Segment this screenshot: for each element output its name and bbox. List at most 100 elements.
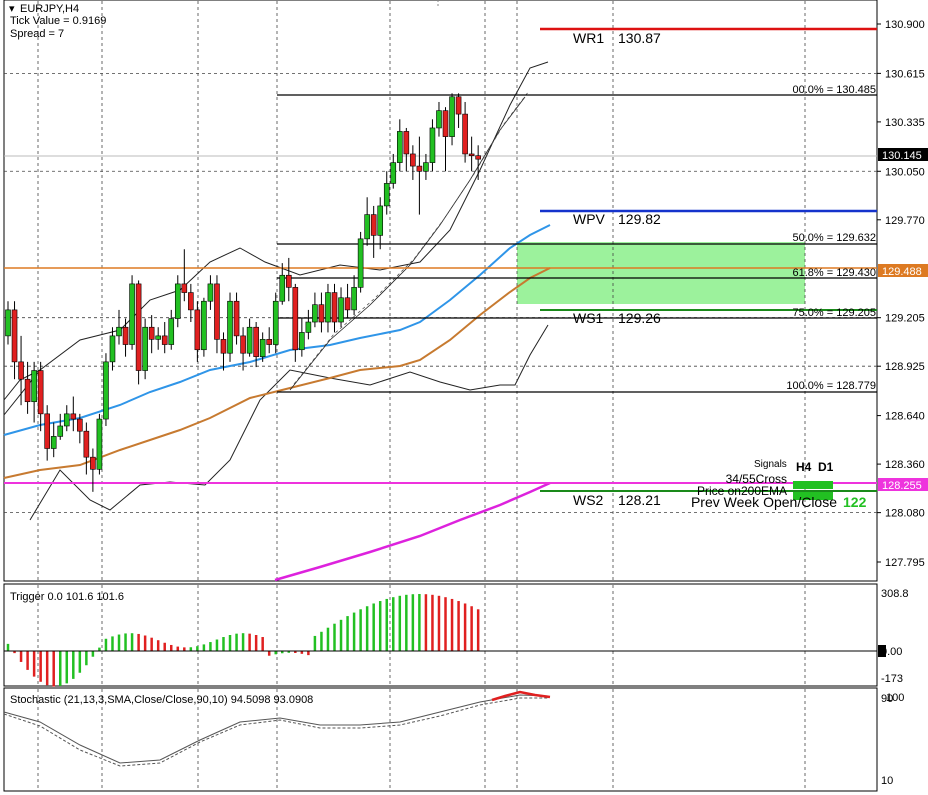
fib-100-label: 100.0% = 128.779 [786, 380, 876, 392]
candle-body [11, 309, 18, 363]
stochastic-10: 10 [881, 775, 893, 787]
price-tick-label: 128.360 [885, 459, 925, 471]
signals-title: Signals [754, 459, 787, 470]
candle-body [416, 165, 423, 172]
candle-body [37, 370, 44, 415]
candle-body [116, 326, 122, 337]
candle-body [364, 214, 370, 240]
wpv-label: WPV [573, 211, 606, 227]
candle-body [253, 326, 259, 357]
stochastic-90: 90 [881, 693, 893, 705]
candle-body [246, 326, 253, 354]
price-tick-label: 128.080 [885, 508, 925, 520]
candle-body [305, 321, 312, 333]
price-tick-label: 127.795 [885, 557, 925, 569]
candle-body [442, 110, 449, 137]
candle-body [168, 318, 175, 345]
candle-body [70, 413, 77, 420]
candle-body [240, 335, 246, 354]
candle-body [390, 162, 397, 184]
price-tick-label: 128.640 [885, 411, 925, 423]
candle-body [201, 300, 207, 351]
candle-body [90, 456, 96, 470]
candle-body [357, 238, 364, 288]
trigger-max: 308.8 [881, 588, 909, 600]
candle-body [285, 274, 292, 288]
candle-body [272, 300, 279, 345]
symbol-label: EURJPY,H4 [20, 3, 79, 15]
candle-body [142, 326, 148, 371]
candle-body [410, 153, 416, 167]
candle-body [279, 274, 286, 302]
candle-body [429, 127, 436, 163]
candle-body [383, 183, 390, 207]
candle-body [227, 300, 233, 354]
candle-body [44, 413, 50, 449]
cross-signal-indicator [793, 481, 833, 489]
trigger-label: Trigger 0.0 101.6 101.6 [10, 591, 124, 603]
candle-body [129, 283, 135, 345]
price-tick-label: 128.925 [885, 361, 925, 373]
candle-body [312, 304, 318, 323]
candle-body [423, 162, 429, 172]
candle-body [57, 425, 64, 437]
candle-body [63, 413, 70, 427]
fib-50-label: 50.0% = 129.632 [793, 232, 877, 244]
current-price-value: 130.145 [882, 150, 922, 162]
candle-body [109, 335, 116, 363]
candle-body [31, 370, 37, 403]
prev-week-label: Prev Week Open/Close [691, 494, 837, 510]
trigger-min: -173 [881, 673, 903, 685]
candle-body [83, 430, 90, 458]
collapse-arrow-icon[interactable]: ▾ [9, 3, 15, 15]
candle-body [396, 131, 403, 163]
candle-body [50, 436, 57, 449]
signals-h4-label: H4 [796, 460, 812, 474]
candle-body [475, 155, 481, 160]
candle-body [77, 418, 83, 432]
fib-0-label: 00.0% = 130.485 [793, 84, 877, 96]
wr1-value: 130.87 [618, 30, 661, 46]
candle-body [24, 378, 31, 403]
candle-body [325, 292, 331, 323]
signals-d1-label: D1 [818, 460, 834, 474]
fib-618-label: 61.8% = 129.430 [793, 267, 877, 279]
ws2-label: WS2 [573, 492, 604, 508]
trading-chart[interactable]: ▾ EURJPY,H4 Tick Value = 0.9169 Spread =… [0, 0, 928, 795]
candle-body [370, 214, 377, 236]
price-tick-label: 130.900 [885, 19, 925, 31]
candle-body [18, 361, 24, 380]
candle-body [338, 297, 344, 323]
candle-body [181, 283, 188, 293]
candle-body [214, 283, 220, 340]
candle-body [318, 304, 325, 323]
candle-body [377, 205, 384, 236]
candle-body [331, 292, 338, 323]
price-tick-label: 129.205 [885, 313, 925, 325]
candle-body [449, 96, 455, 137]
support-zone [517, 242, 805, 304]
candle-body [344, 297, 351, 311]
candle-body [436, 110, 442, 129]
candle-body [403, 131, 410, 155]
ws1-value: 129.26 [618, 310, 661, 326]
candle-body [455, 96, 462, 115]
orange-price-value: 129.488 [882, 266, 922, 278]
candle-body [468, 153, 475, 156]
candle-body [161, 335, 168, 345]
candle-body [122, 326, 129, 345]
price-tick-label: 130.615 [885, 68, 925, 80]
wr1-label: WR1 [573, 30, 604, 46]
candle-body [103, 361, 109, 420]
candle-body [155, 335, 161, 340]
trigger-zero: 0.00 [881, 646, 902, 658]
ws2-value: 128.21 [618, 492, 661, 508]
spread-label: Spread = 7 [10, 28, 64, 40]
candle-body [148, 326, 155, 340]
candle-body [194, 309, 201, 351]
candle-body [5, 309, 11, 337]
candle-body [292, 287, 299, 351]
price-tick-label: 129.770 [885, 215, 925, 227]
candle-body [220, 339, 227, 354]
price-tick-label: 130.050 [885, 166, 925, 178]
